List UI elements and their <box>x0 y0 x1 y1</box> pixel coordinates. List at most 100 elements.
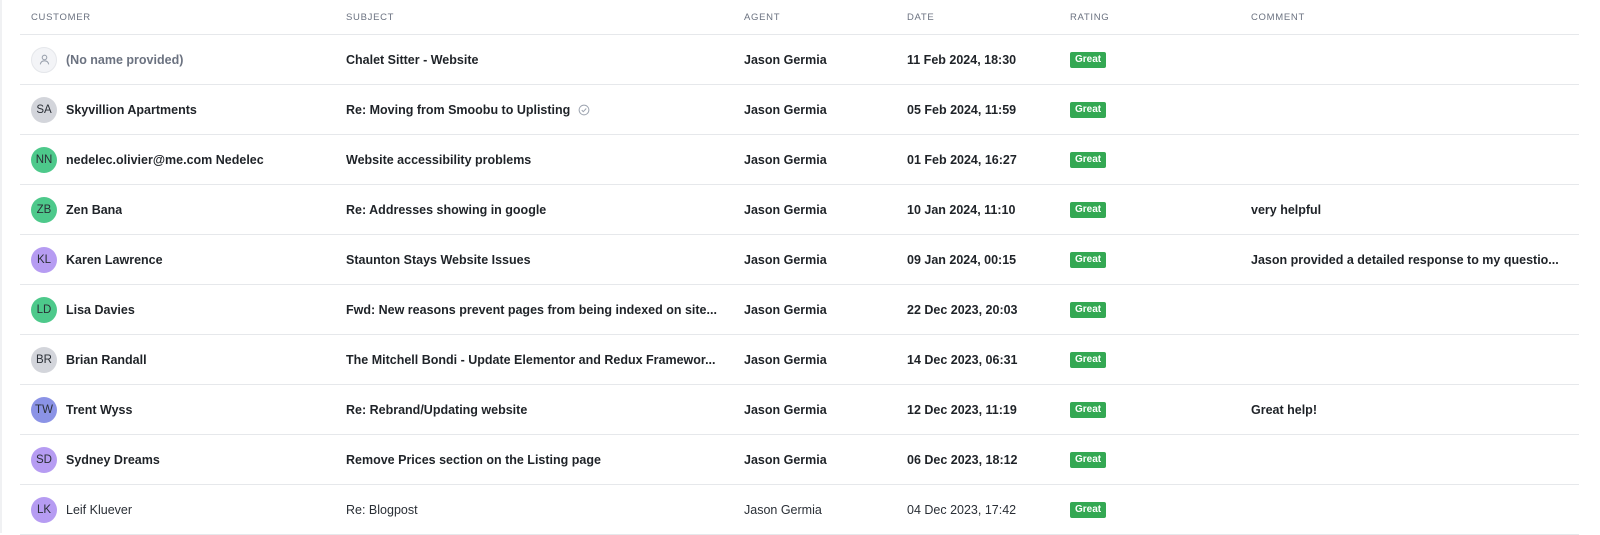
rating-badge: Great <box>1070 52 1107 68</box>
date-text: 05 Feb 2024, 11:59 <box>907 102 1017 117</box>
customer-name: Trent Wyss <box>66 402 133 417</box>
subject-text[interactable]: Re: Rebrand/Updating website <box>346 403 527 417</box>
customer-name: Zen Bana <box>66 202 123 217</box>
subject-cell[interactable]: Re: Blogpost <box>346 503 744 517</box>
agent-name: Jason Germia <box>744 452 827 467</box>
customer-cell: TW Trent Wyss <box>20 396 346 423</box>
customer-name: Sydney Dreams <box>66 452 160 467</box>
subject-cell[interactable]: Re: Moving from Smoobu to Uplisting <box>346 103 744 117</box>
rating-cell: Great <box>1070 51 1251 68</box>
date-text: 11 Feb 2024, 18:30 <box>907 52 1017 67</box>
subject-text[interactable]: Remove Prices section on the Listing pag… <box>346 453 601 467</box>
subject-cell[interactable]: Remove Prices section on the Listing pag… <box>346 453 744 467</box>
customer-name: nedelec.olivier@me.com Nedelec <box>66 152 264 167</box>
comment-text: Great help! <box>1251 402 1317 417</box>
agent-name: Jason Germia <box>744 302 827 317</box>
avatar: NN <box>31 146 57 173</box>
subject-text[interactable]: The Mitchell Bondi - Update Elementor an… <box>346 353 716 367</box>
avatar: LD <box>31 296 57 323</box>
subject-cell[interactable]: Re: Rebrand/Updating website <box>346 403 744 417</box>
customer-cell: (No name provided) <box>20 46 346 73</box>
agent-name: Jason Germia <box>744 202 827 217</box>
column-header-customer[interactable]: CUSTOMER <box>20 12 346 23</box>
table-row[interactable]: BR Brian Randall The Mitchell Bondi - Up… <box>20 335 1579 385</box>
subject-cell[interactable]: Re: Addresses showing in google <box>346 203 744 217</box>
avatar: TW <box>31 396 57 423</box>
customer-name: Skyvillion Apartments <box>66 102 197 117</box>
rating-badge: Great <box>1070 502 1107 518</box>
agent-name: Jason Germia <box>744 502 822 517</box>
customer-cell: ZB Zen Bana <box>20 196 346 223</box>
subject-text[interactable]: Chalet Sitter - Website <box>346 53 478 67</box>
table-row[interactable]: KL Karen Lawrence Staunton Stays Website… <box>20 235 1579 285</box>
rating-cell: Great <box>1070 151 1251 168</box>
table-row[interactable]: LD Lisa Davies Fwd: New reasons prevent … <box>20 285 1579 335</box>
agent-name: Jason Germia <box>744 352 827 367</box>
comment-text: very helpful <box>1251 202 1322 217</box>
agent-name: Jason Germia <box>744 402 827 417</box>
rating-badge: Great <box>1070 202 1107 218</box>
date-text: 01 Feb 2024, 16:27 <box>907 152 1017 167</box>
table-row[interactable]: (No name provided) Chalet Sitter - Websi… <box>20 35 1579 85</box>
page-left-border <box>0 0 2 533</box>
feedback-table: CUSTOMER SUBJECT AGENT DATE RATING COMME… <box>20 0 1579 535</box>
customer-name: Leif Kluever <box>66 502 133 517</box>
avatar: LK <box>31 496 57 523</box>
agent-name: Jason Germia <box>744 52 827 67</box>
rating-cell: Great <box>1070 501 1251 518</box>
subject-text[interactable]: Re: Blogpost <box>346 503 418 517</box>
table-row[interactable]: SA Skyvillion Apartments Re: Moving from… <box>20 85 1579 135</box>
agent-name: Jason Germia <box>744 252 827 267</box>
rating-cell: Great <box>1070 301 1251 318</box>
customer-name: Lisa Davies <box>66 302 135 317</box>
rating-cell: Great <box>1070 251 1251 268</box>
rating-badge: Great <box>1070 102 1107 118</box>
avatar: SD <box>31 446 57 473</box>
table-row[interactable]: LK Leif Kluever Re: Blogpost Jason Germi… <box>20 485 1579 535</box>
subject-cell[interactable]: Staunton Stays Website Issues <box>346 253 744 267</box>
table-row[interactable]: TW Trent Wyss Re: Rebrand/Updating websi… <box>20 385 1579 435</box>
user-icon <box>31 46 57 73</box>
agent-name: Jason Germia <box>744 102 827 117</box>
customer-name: Brian Randall <box>66 352 147 367</box>
avatar: SA <box>31 96 57 123</box>
customer-cell: KL Karen Lawrence <box>20 246 346 273</box>
date-text: 10 Jan 2024, 11:10 <box>907 202 1016 217</box>
customer-name: (No name provided) <box>66 52 184 67</box>
table-row[interactable]: SD Sydney Dreams Remove Prices section o… <box>20 435 1579 485</box>
subject-text[interactable]: Fwd: New reasons prevent pages from bein… <box>346 303 717 317</box>
avatar: BR <box>31 346 57 373</box>
subject-text[interactable]: Re: Addresses showing in google <box>346 203 546 217</box>
customer-cell: SD Sydney Dreams <box>20 446 346 473</box>
customer-cell: SA Skyvillion Apartments <box>20 96 346 123</box>
rating-badge: Great <box>1070 452 1107 468</box>
table-row[interactable]: NN nedelec.olivier@me.com Nedelec Websit… <box>20 135 1579 185</box>
subject-text[interactable]: Website accessibility problems <box>346 153 531 167</box>
column-header-date[interactable]: DATE <box>907 12 1070 23</box>
date-text: 09 Jan 2024, 00:15 <box>907 252 1017 267</box>
customer-name: Karen Lawrence <box>66 252 163 267</box>
rating-cell: Great <box>1070 401 1251 418</box>
column-header-agent[interactable]: AGENT <box>744 12 907 23</box>
agent-name: Jason Germia <box>744 152 827 167</box>
rating-cell: Great <box>1070 201 1251 218</box>
subject-cell[interactable]: Chalet Sitter - Website <box>346 53 744 67</box>
date-text: 12 Dec 2023, 11:19 <box>907 402 1017 417</box>
customer-cell: NN nedelec.olivier@me.com Nedelec <box>20 146 346 173</box>
subject-text[interactable]: Staunton Stays Website Issues <box>346 253 531 267</box>
column-header-rating[interactable]: RATING <box>1070 12 1251 23</box>
subject-cell[interactable]: The Mitchell Bondi - Update Elementor an… <box>346 353 744 367</box>
column-header-comment[interactable]: COMMENT <box>1251 12 1571 23</box>
rating-badge: Great <box>1070 152 1107 168</box>
customer-cell: LK Leif Kluever <box>20 496 346 523</box>
column-header-subject[interactable]: SUBJECT <box>346 12 744 23</box>
subject-text[interactable]: Re: Moving from Smoobu to Uplisting <box>346 103 570 117</box>
rating-cell: Great <box>1070 101 1251 118</box>
subject-cell[interactable]: Fwd: New reasons prevent pages from bein… <box>346 303 744 317</box>
avatar: KL <box>31 246 57 273</box>
customer-cell: BR Brian Randall <box>20 346 346 373</box>
rating-badge: Great <box>1070 402 1107 418</box>
rating-cell: Great <box>1070 451 1251 468</box>
subject-cell[interactable]: Website accessibility problems <box>346 153 744 167</box>
table-row[interactable]: ZB Zen Bana Re: Addresses showing in goo… <box>20 185 1579 235</box>
